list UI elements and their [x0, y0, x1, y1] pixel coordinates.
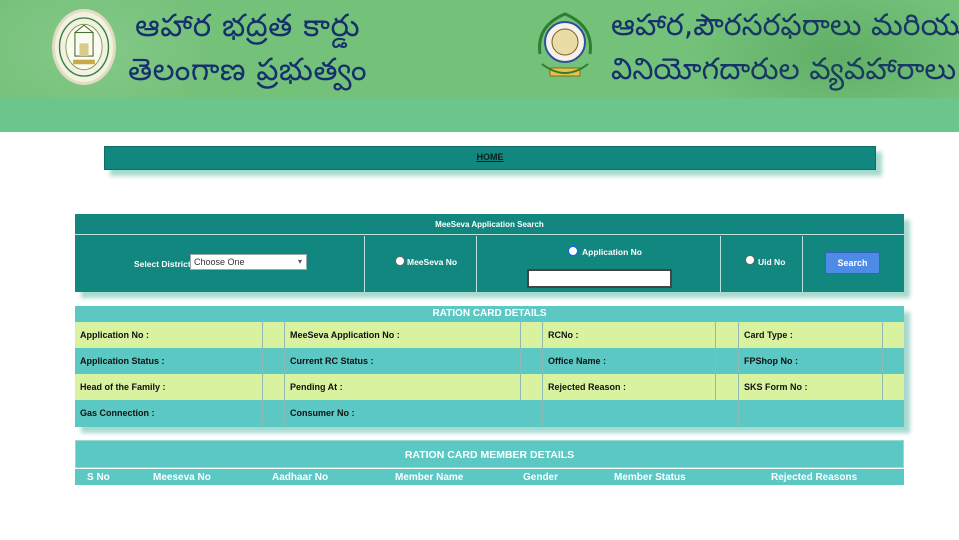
civil-supplies-logo-icon [534, 8, 596, 88]
meeseva-no-cell: MeeSeva No [365, 236, 477, 292]
ration-card-details-panel: RATION CARD DETAILS Application No : Mee… [75, 306, 904, 427]
col-rejected-reasons: Rejected Reasons [771, 472, 858, 483]
header-banner: ఆహార భద్రత కార్డు తెలంగాణ ప్రభుత్వం ఆహార… [0, 0, 959, 98]
meeseva-search-panel: MeeSeva Application Search Select Distri… [75, 214, 904, 292]
member-details-panel: RATION CARD MEMBER DETAILS S No Meeseva … [75, 440, 904, 485]
head-of-family-field: Head of the Family : [75, 374, 263, 400]
meeseva-no-radio[interactable] [395, 256, 405, 266]
district-select-value: Choose One [194, 257, 245, 267]
col-gender: Gender [523, 472, 559, 483]
head-of-family-value [263, 374, 285, 400]
table-row: Application Status : Current RC Status :… [75, 348, 904, 374]
department-title-line2: వినియోగదారుల వ్యవహారాలు [611, 52, 957, 87]
office-name-field: Office Name : [543, 348, 716, 374]
meeseva-no-label: MeeSeva No [407, 257, 458, 267]
application-no-input[interactable] [527, 269, 672, 288]
district-select[interactable]: Choose One ▾ [190, 254, 307, 270]
gas-connection-field: Gas Connection : [75, 400, 263, 426]
consumer-no-field: Consumer No : [285, 400, 543, 426]
government-name-telugu: తెలంగాణ ప్రభుత్వం [128, 52, 368, 88]
application-no-radio[interactable] [568, 246, 578, 256]
member-details-title: RATION CARD MEMBER DETAILS [75, 440, 904, 468]
application-no-label: Application No [582, 247, 642, 257]
empty-cell [543, 400, 739, 426]
table-row: Gas Connection : Consumer No : [75, 400, 904, 427]
current-rc-status-field: Current RC Status : [285, 348, 521, 374]
search-row: Select District : Choose One ▾ MeeSeva N… [75, 236, 904, 292]
application-status-value [263, 348, 285, 374]
meeseva-application-no-value [521, 322, 543, 348]
fpshop-no-value [883, 348, 904, 374]
rejected-reason-field: Rejected Reason : [543, 374, 716, 400]
sks-form-no-field: SKS Form No : [739, 374, 883, 400]
member-table-header: S No Meeseva No Aadhaar No Member Name G… [75, 468, 904, 485]
uid-no-cell: Uid No [721, 236, 803, 292]
office-name-value [716, 348, 739, 374]
card-type-field: Card Type : [739, 322, 883, 348]
empty-cell [739, 400, 904, 426]
col-member-status: Member Status [614, 472, 686, 483]
card-type-value [883, 322, 904, 348]
col-meeseva-no: Meeseva No [153, 472, 211, 483]
table-row: Application No : MeeSeva Application No … [75, 322, 904, 348]
pending-at-value [521, 374, 543, 400]
meeseva-application-no-field: MeeSeva Application No : [285, 322, 521, 348]
home-link[interactable]: HOME [105, 152, 875, 162]
col-member-name: Member Name [395, 472, 464, 483]
search-panel-title: MeeSeva Application Search [75, 214, 904, 235]
nav-bar: HOME [104, 146, 876, 170]
search-button[interactable]: Search [825, 252, 880, 274]
uid-no-label: Uid No [758, 257, 786, 267]
table-row: Head of the Family : Pending At : Reject… [75, 374, 904, 400]
current-rc-status-value [521, 348, 543, 374]
application-no-field: Application No : [75, 322, 263, 348]
col-s-no: S No [87, 472, 110, 483]
uid-no-radio[interactable] [745, 255, 755, 265]
pending-at-field: Pending At : [285, 374, 521, 400]
rejected-reason-value [716, 374, 739, 400]
telangana-emblem-icon [52, 9, 116, 85]
sks-form-no-value [883, 374, 904, 400]
ration-card-details-title: RATION CARD DETAILS [75, 306, 904, 322]
rc-no-value [716, 322, 739, 348]
col-aadhaar-no: Aadhaar No [272, 472, 329, 483]
application-no-value [263, 322, 285, 348]
gas-connection-value [263, 400, 285, 426]
portal-title-telugu: ఆహార భద్రత కార్డు [135, 8, 361, 44]
department-title-line1: ఆహార,పౌరసరఫరాలు మరియు [611, 8, 959, 43]
fpshop-no-field: FPShop No : [739, 348, 883, 374]
chevron-down-icon: ▾ [297, 257, 302, 266]
header-subbar [0, 98, 959, 132]
district-cell: Select District : Choose One ▾ [75, 236, 365, 292]
application-status-field: Application Status : [75, 348, 263, 374]
district-label: Select District : [134, 259, 196, 269]
rc-no-field: RCNo : [543, 322, 716, 348]
